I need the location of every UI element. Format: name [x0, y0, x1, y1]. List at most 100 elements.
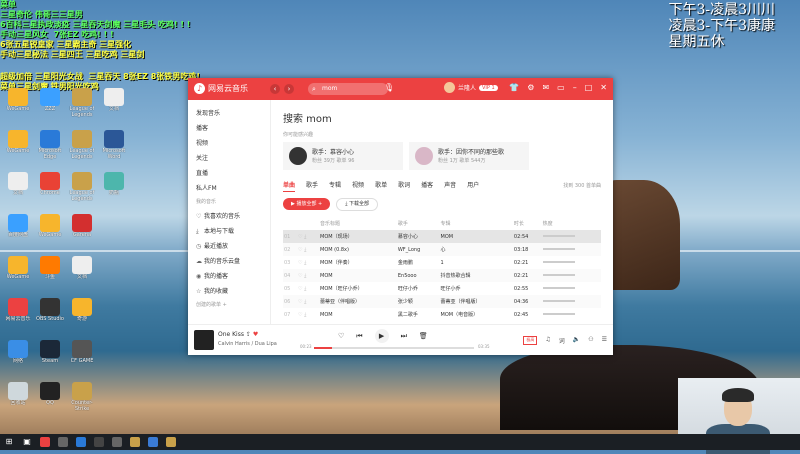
row-actions[interactable]: ♡ ⤓ [297, 295, 319, 308]
like-toggle-icon[interactable]: ♡ [338, 332, 344, 340]
table-row[interactable]: 02 ♡ ⤓ MOM (0.8x) WF_Long 心 03:18 [283, 243, 601, 256]
desktop-icon[interactable]: Steam [36, 340, 64, 376]
forward-icon[interactable]: › [284, 84, 294, 94]
user-menu[interactable]: 兰隆人 VIP 1 [444, 82, 498, 93]
close-icon[interactable]: ✕ [600, 83, 607, 92]
volume-icon[interactable]: 🔈 [573, 336, 580, 345]
prev-icon[interactable]: ⏮ [356, 332, 362, 341]
sidebar-item-liked[interactable]: ♡ 我喜欢的音乐 [188, 209, 270, 224]
desktop-icon[interactable]: Microsoft Word [100, 130, 128, 166]
desktop-icon[interactable]: 文档 [68, 256, 96, 292]
desktop-icon[interactable]: 奶瓶 [100, 172, 128, 208]
col-title[interactable]: 音乐标题 [319, 217, 397, 230]
qq-taskbar-icon[interactable] [148, 437, 158, 447]
artist-card[interactable]: 歌手：因你不同的那些歌 粉丝 1万 歌单 544万 [409, 142, 529, 170]
mail-icon[interactable]: ✉ [542, 83, 549, 92]
desktop-icon[interactable]: 文档 [4, 172, 32, 208]
download-all-button[interactable]: ⤓ 下载全部 [336, 198, 379, 211]
col-album[interactable]: 专辑 [440, 217, 513, 230]
tab-sounds[interactable]: 声音 [444, 180, 456, 192]
desktop-icon[interactable]: OBS Studio [36, 298, 64, 334]
tab-albums[interactable]: 专辑 [329, 180, 341, 192]
artist-card[interactable]: 歌手：慕容小心 粉丝 39万 歌单 96 [283, 142, 403, 170]
start-icon[interactable]: ⊞ [4, 437, 14, 447]
sidebar-item-fm[interactable]: 私人FM [188, 181, 270, 196]
task-view-icon[interactable]: ▣ [22, 437, 32, 447]
lyrics-icon[interactable]: 词 [559, 336, 565, 345]
table-row[interactable]: 06 ♡ ⤓ 蕾蒂亚（伴唱版） 张少颖 蕾蒂亚（伴唱版） 04:36 [283, 295, 601, 308]
edge-taskbar-icon[interactable] [76, 437, 86, 447]
tab-users[interactable]: 用户 [467, 180, 479, 192]
desktop-icon[interactable]: QQ [36, 382, 64, 418]
desktop-icon[interactable]: 斗鱼 [36, 256, 64, 292]
share-icon[interactable]: ⇪ [246, 331, 251, 338]
sidebar-item-follow[interactable]: 关注 [188, 151, 270, 166]
tab-videos[interactable]: 视频 [352, 180, 364, 192]
play-all-button[interactable]: ▶ 播放全部 + [283, 198, 331, 210]
table-row[interactable]: 07 ♡ ⤓ MOM 黑二歌手 MOM（电音版） 02:45 [283, 308, 601, 321]
add-playlist-icon[interactable]: + [223, 302, 227, 308]
maximize-icon[interactable]: □ [585, 83, 593, 92]
sidebar-item-local[interactable]: ⤓ 本地与下载 [188, 224, 270, 239]
netease-taskbar-icon[interactable] [40, 437, 50, 447]
row-actions[interactable]: ♡ ⤓ [297, 308, 319, 321]
trash-icon[interactable]: 🗑 [419, 332, 428, 340]
desktop-icon[interactable]: CF GAME [68, 340, 96, 376]
row-actions[interactable]: ♡ ⤓ [297, 230, 319, 243]
row-actions[interactable]: ♡ ⤓ [297, 256, 319, 269]
next-icon[interactable]: ⏭ [401, 332, 407, 341]
tab-artists[interactable]: 歌手 [306, 180, 318, 192]
like-icon[interactable]: ♥ [253, 331, 258, 338]
table-row[interactable]: 03 ♡ ⤓ MOM（伴奏） 金雨鹏 1 02:21 [283, 256, 601, 269]
desktop-icon[interactable]: Microsoft Edge [36, 130, 64, 166]
desktop-icon[interactable]: League of Legends [68, 172, 96, 208]
playlist-icon[interactable]: ☰ [602, 336, 607, 345]
quality-badge[interactable]: 极高 [523, 336, 538, 345]
desktop-icon[interactable]: WeGame [4, 130, 32, 166]
sidebar-item-cloud[interactable]: ☁ 我的音乐云盘 [188, 254, 270, 269]
back-icon[interactable]: ‹ [270, 84, 280, 94]
desktop-icon[interactable]: Counter-Strike [68, 382, 96, 418]
row-actions[interactable]: ♡ ⤓ [297, 243, 319, 256]
app-taskbar-icon[interactable] [58, 437, 68, 447]
sidebar-item-podcast[interactable]: 播客 [188, 121, 270, 136]
col-duration[interactable]: 时长 [513, 217, 542, 230]
title-bar[interactable]: ♪ 网易云音乐 ‹ › ⌕ mom 🎙 兰隆人 VIP 1 👕 ⚙ ✉ ▭ – … [188, 78, 613, 100]
col-heat[interactable]: 热度 [542, 217, 601, 230]
sidebar-item-discover[interactable]: 发现音乐 [188, 106, 270, 121]
desktop-icon[interactable]: WeGame [4, 256, 32, 292]
username[interactable]: 兰隆人 [458, 83, 476, 92]
desktop-icon[interactable]: 网易云音乐 [4, 298, 32, 334]
tab-playlists[interactable]: 歌单 [375, 180, 387, 192]
desktop-icon[interactable]: 网络 [4, 340, 32, 376]
mini-mode-icon[interactable]: ▭ [557, 83, 565, 92]
progress-bar[interactable] [314, 347, 474, 349]
desktop-icon[interactable]: Chrome [36, 172, 64, 208]
avatar[interactable] [444, 82, 455, 93]
sidebar-item-recent[interactable]: ◷ 最近播放 [188, 239, 270, 254]
sidebar-item-live[interactable]: 直播 [188, 166, 270, 181]
table-row[interactable]: 04 ♡ ⤓ MOM En5ooo 抖音热歌合辑 02:21 [283, 269, 601, 282]
netease-music-window[interactable]: ♪ 网易云音乐 ‹ › ⌕ mom 🎙 兰隆人 VIP 1 👕 ⚙ ✉ ▭ – … [188, 78, 613, 355]
tab-podcasts[interactable]: 播客 [421, 180, 433, 192]
mic-icon[interactable]: 🎙 [384, 83, 394, 92]
steam-taskbar-icon[interactable] [112, 437, 122, 447]
album-cover[interactable] [194, 330, 214, 350]
desktop-icon[interactable]: 奇游 [68, 298, 96, 334]
desktop-icon[interactable]: League of Legends [68, 88, 96, 124]
desktop-icon[interactable]: 回收站 [4, 382, 32, 418]
obs-taskbar-icon[interactable] [94, 437, 104, 447]
col-artist[interactable]: 歌手 [397, 217, 440, 230]
desktop-icon[interactable]: WeGame [4, 88, 32, 124]
desktop-icon[interactable]: 文档 [100, 88, 128, 124]
lol-taskbar-icon[interactable] [130, 437, 140, 447]
game-taskbar-icon[interactable] [166, 437, 176, 447]
tab-songs[interactable]: 单曲 [283, 180, 296, 192]
sidebar-item-my-podcast[interactable]: ◉ 我的播客 [188, 269, 270, 284]
desktop-icon[interactable]: 百度网盘 [4, 214, 32, 250]
row-actions[interactable]: ♡ ⤓ [297, 282, 319, 295]
table-row[interactable]: 05 ♡ ⤓ MOM（旺仔小乔） 旺仔小乔 旺仔小乔 02:55 [283, 282, 601, 295]
minimize-icon[interactable]: – [573, 83, 577, 92]
search-input[interactable]: ⌕ mom [308, 83, 388, 95]
sidebar-item-video[interactable]: 视频 [188, 136, 270, 151]
